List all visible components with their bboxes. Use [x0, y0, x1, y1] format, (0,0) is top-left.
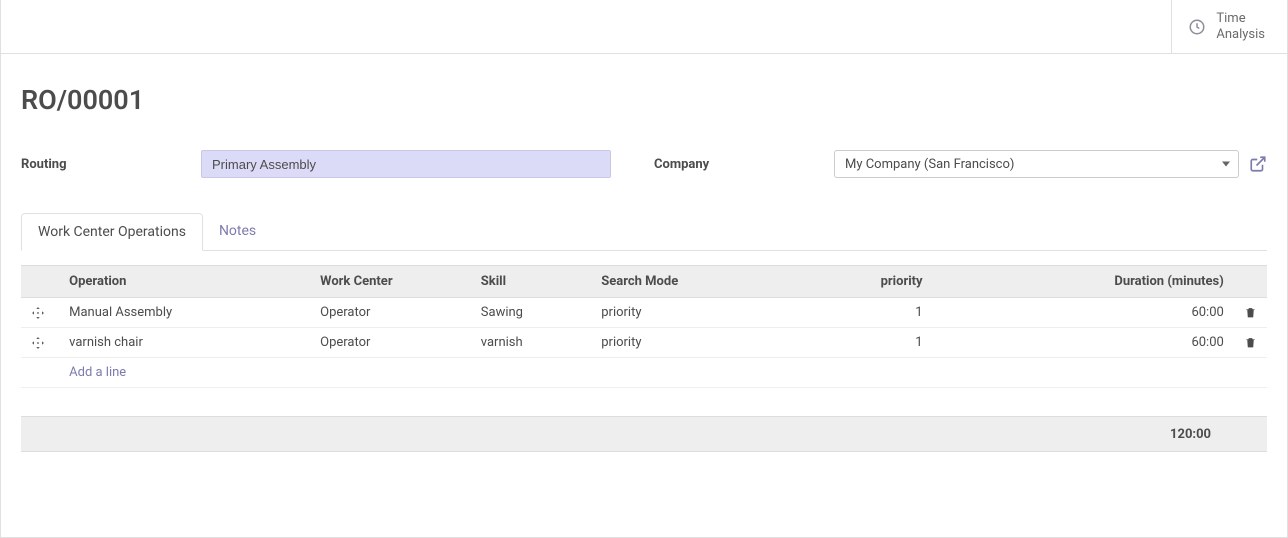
- cell-duration[interactable]: 60:00: [933, 328, 1234, 358]
- col-priority: priority: [772, 266, 933, 298]
- col-drag: [21, 266, 59, 298]
- table-row[interactable]: varnish chairOperatorvarnishpriority160:…: [21, 328, 1267, 358]
- tab-notes[interactable]: Notes: [203, 213, 272, 251]
- total-duration-value: 120:00: [1170, 427, 1211, 442]
- company-selected-value: My Company (San Francisco): [845, 157, 1014, 172]
- col-work-center: Work Center: [310, 266, 471, 298]
- col-skill: Skill: [471, 266, 591, 298]
- routing-input[interactable]: [201, 150, 611, 178]
- cell-priority[interactable]: 1: [772, 328, 933, 358]
- cell-priority[interactable]: 1: [772, 298, 933, 328]
- cell-duration[interactable]: 60:00: [933, 298, 1234, 328]
- company-label: Company: [654, 157, 814, 172]
- header-bar: Time Analysis: [1, 0, 1287, 54]
- cell-work-center[interactable]: Operator: [310, 298, 471, 328]
- tabs: Work Center Operations Notes: [21, 212, 1267, 251]
- cell-search-mode[interactable]: priority: [591, 328, 772, 358]
- cell-operation[interactable]: varnish chair: [59, 328, 310, 358]
- col-delete: [1234, 266, 1267, 298]
- col-duration: Duration (minutes): [933, 266, 1234, 298]
- clock-icon: [1188, 18, 1206, 36]
- cell-skill[interactable]: varnish: [471, 328, 591, 358]
- external-link-icon[interactable]: [1249, 155, 1267, 173]
- trash-icon[interactable]: [1234, 328, 1267, 358]
- add-line-link[interactable]: Add a line: [69, 365, 126, 380]
- drag-handle-icon[interactable]: [21, 298, 59, 328]
- cell-skill[interactable]: Sawing: [471, 298, 591, 328]
- chevron-down-icon: [1222, 162, 1230, 167]
- time-analysis-label: Time Analysis: [1216, 11, 1265, 42]
- operations-table: Operation Work Center Skill Search Mode …: [21, 265, 1267, 388]
- cell-search-mode[interactable]: priority: [591, 298, 772, 328]
- time-analysis-button[interactable]: Time Analysis: [1171, 0, 1287, 54]
- routing-label: Routing: [21, 157, 181, 172]
- table-row[interactable]: Manual AssemblyOperatorSawingpriority160…: [21, 298, 1267, 328]
- trash-icon[interactable]: [1234, 298, 1267, 328]
- cell-work-center[interactable]: Operator: [310, 328, 471, 358]
- company-select[interactable]: My Company (San Francisco): [834, 150, 1239, 178]
- drag-handle-icon[interactable]: [21, 328, 59, 358]
- total-duration-row: 120:00: [21, 416, 1267, 452]
- record-title: RO/00001: [21, 84, 1267, 116]
- tab-work-center-operations[interactable]: Work Center Operations: [21, 213, 203, 251]
- col-operation: Operation: [59, 266, 310, 298]
- col-search-mode: Search Mode: [591, 266, 772, 298]
- cell-operation[interactable]: Manual Assembly: [59, 298, 310, 328]
